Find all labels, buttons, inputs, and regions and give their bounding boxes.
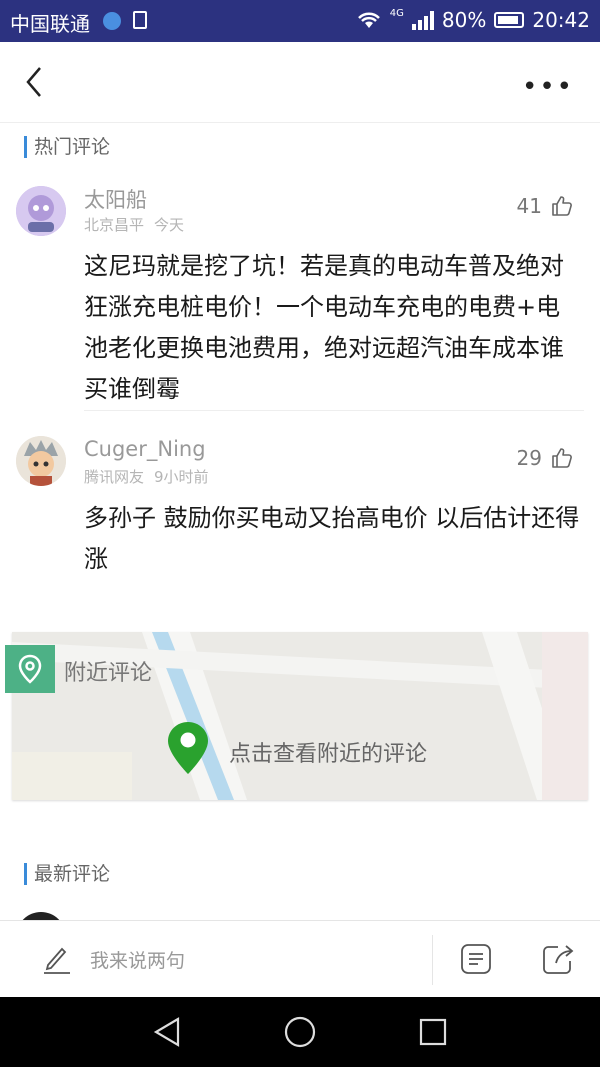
avatar[interactable] <box>16 436 66 486</box>
like-count: 29 <box>516 446 542 470</box>
divider <box>432 935 433 985</box>
pen-icon <box>44 947 70 974</box>
system-nav-bar <box>0 997 600 1067</box>
comment-username[interactable]: 太阳船 <box>84 184 147 214</box>
comment-time: 今天 <box>154 216 185 234</box>
chevron-left-icon[interactable] <box>22 64 52 100</box>
signal-icon <box>411 10 434 30</box>
battery-percent: 80% <box>441 8 487 32</box>
comment-placeholder: 我来说两句 <box>90 949 186 972</box>
comment-text: 这尼玛就是挖了坑！若是真的电动车普及绝对狂涨充电桩电价！一个电动车充电的电费+电… <box>84 252 564 403</box>
comment-username[interactable]: Cuger_Ning <box>84 437 206 461</box>
home-circle-icon[interactable] <box>283 1015 317 1049</box>
sim-icon <box>133 11 147 29</box>
top-nav: ••• <box>0 42 600 123</box>
comment-location: 腾讯网友 <box>84 468 145 486</box>
map-marker-icon <box>168 722 208 774</box>
thumbs-up-icon <box>552 196 572 216</box>
like-count: 41 <box>516 194 542 218</box>
comment-meta: 腾讯网友 9小时前 <box>84 466 219 487</box>
nearby-comments-label: 附近评论 <box>64 661 153 686</box>
location-pin-icon <box>5 645 55 693</box>
divider <box>84 410 584 411</box>
battery-icon <box>494 12 525 28</box>
like-button[interactable]: 41 <box>517 194 574 218</box>
back-triangle-icon[interactable] <box>150 1015 184 1049</box>
comment-meta: 北京昌平 今天 <box>84 214 194 235</box>
wifi-icon <box>357 12 380 28</box>
avatar[interactable] <box>16 186 66 236</box>
comment-text: 多孙子 鼓励你买电动又抬高电价 以后估计还得涨 <box>84 504 580 573</box>
recents-square-icon[interactable] <box>418 1015 448 1049</box>
comment-time: 9小时前 <box>154 468 209 486</box>
share-icon[interactable] <box>540 941 576 977</box>
clock: 20:42 <box>532 8 590 32</box>
hot-comments-title: 热门评论 <box>24 136 110 158</box>
more-horizontal-icon[interactable]: ••• <box>522 72 574 102</box>
latest-comments-title: 最新评论 <box>24 863 110 885</box>
thumbs-up-icon <box>552 448 572 468</box>
status-bar: 中国联通 4G 80% 20:42 <box>0 0 600 42</box>
network-type: 4G <box>389 8 404 19</box>
notification-icon <box>103 12 121 30</box>
comment-bar: 我来说两句 <box>0 920 600 998</box>
comment-input[interactable]: 我来说两句 <box>40 941 185 977</box>
carrier-name: 中国联通 <box>10 12 90 36</box>
like-button[interactable]: 29 <box>517 446 574 470</box>
comment-list-icon[interactable] <box>458 941 494 977</box>
view-nearby-comments-link[interactable]: 点击查看附近的评论 <box>229 736 427 768</box>
comment-location: 北京昌平 <box>84 216 145 234</box>
